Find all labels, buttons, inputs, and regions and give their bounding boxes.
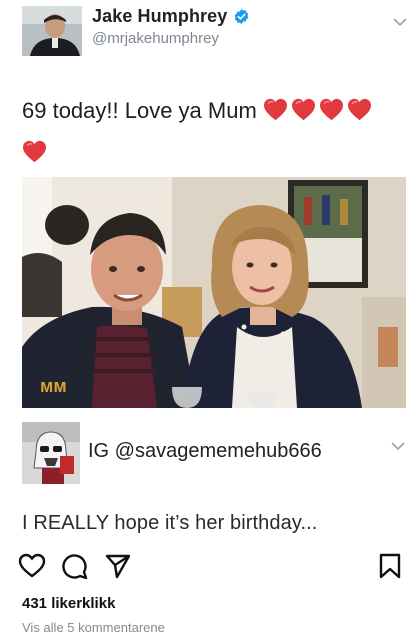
- heart-icon: [291, 93, 316, 121]
- author-avatar[interactable]: [22, 6, 82, 56]
- quote-author-avatar[interactable]: [22, 422, 80, 484]
- heart-icon: [263, 93, 288, 121]
- verified-badge-icon: [233, 8, 250, 25]
- heart-icon: [22, 135, 47, 163]
- tweet-photo[interactable]: ᴍᴍ: [22, 177, 406, 408]
- author-display-name[interactable]: Jake Humphrey: [92, 6, 227, 27]
- heart-icon: [319, 93, 344, 121]
- quote-reply-text: I REALLY hope it’s her birthday...: [22, 512, 318, 534]
- tweet-header: Jake Humphrey @mrjakehumphrey: [22, 4, 407, 56]
- post-action-bar: [18, 552, 408, 582]
- share-send-icon[interactable]: [104, 552, 132, 580]
- heart-icon: [347, 93, 372, 121]
- tweet-body: 69 today!! Love ya Mum: [22, 98, 257, 123]
- chevron-down-icon[interactable]: [391, 438, 405, 451]
- comment-icon[interactable]: [60, 552, 88, 580]
- bookmark-icon[interactable]: [376, 552, 404, 580]
- tweet-text: 69 today!! Love ya Mum: [22, 90, 407, 174]
- author-name-row: Jake Humphrey: [92, 6, 250, 27]
- view-comments-link[interactable]: Vis alle 5 kommentarene: [22, 620, 165, 635]
- quote-author-label[interactable]: IG @savagememehub666: [88, 440, 322, 463]
- svg-text:ᴍᴍ: ᴍᴍ: [40, 376, 67, 396]
- like-heart-icon[interactable]: [18, 552, 46, 580]
- author-handle[interactable]: @mrjakehumphrey: [92, 30, 219, 47]
- like-count[interactable]: 431 likerklikk: [22, 595, 115, 612]
- chevron-down-icon[interactable]: [393, 14, 407, 27]
